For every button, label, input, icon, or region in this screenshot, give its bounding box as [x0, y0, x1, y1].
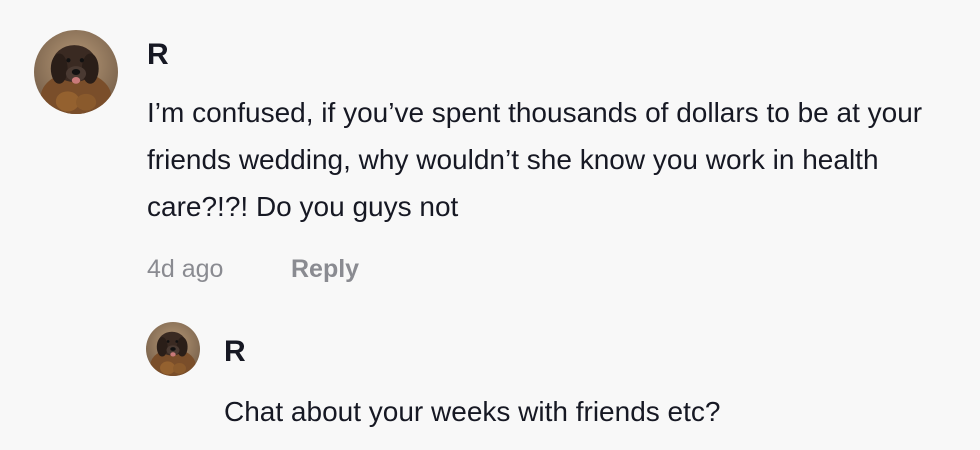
- reply-button[interactable]: Reply: [291, 254, 359, 284]
- reply-text: Chat about your weeks with friends etc?: [224, 396, 721, 427]
- reply-username[interactable]: R: [224, 335, 246, 369]
- dog-photo-avatar-icon: [34, 30, 118, 114]
- comment-timestamp: 4d ago: [147, 255, 224, 283]
- avatar[interactable]: [34, 30, 118, 114]
- comment-username[interactable]: R: [147, 38, 169, 72]
- dog-photo-avatar-icon: [146, 322, 200, 376]
- comment-text: I’m confused, if you’ve spent thousands …: [147, 97, 923, 222]
- avatar[interactable]: [146, 322, 200, 376]
